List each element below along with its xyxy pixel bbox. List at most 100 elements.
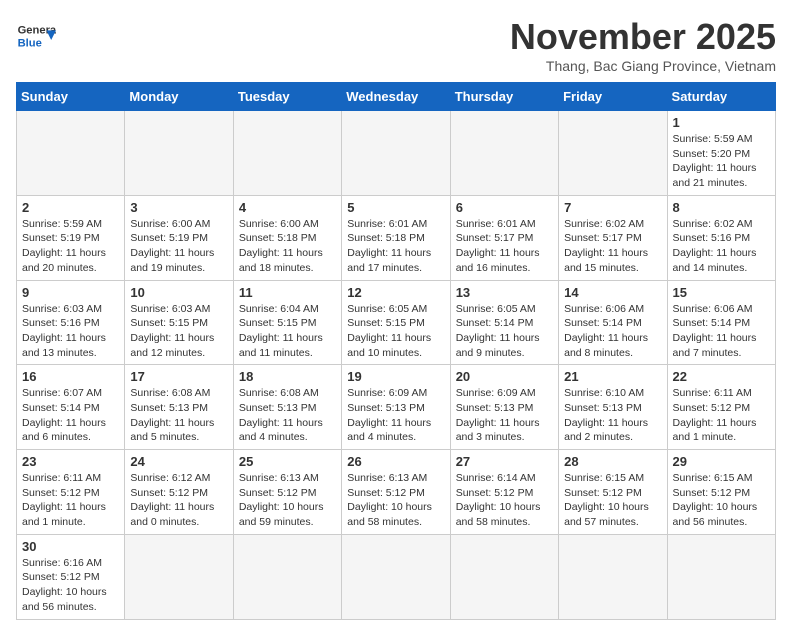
day-number: 18 — [239, 369, 336, 384]
calendar-cell: 14 Sunrise: 6:06 AM Sunset: 5:14 PM Dayli… — [559, 280, 667, 365]
day-info: Sunrise: 6:03 AM Sunset: 5:15 PM Dayligh… — [130, 302, 227, 361]
day-info: Sunrise: 6:02 AM Sunset: 5:17 PM Dayligh… — [564, 217, 661, 276]
day-info: Sunrise: 5:59 AM Sunset: 5:19 PM Dayligh… — [22, 217, 119, 276]
day-number: 20 — [456, 369, 553, 384]
calendar-week-row: 16 Sunrise: 6:07 AM Sunset: 5:14 PM Dayli… — [17, 365, 776, 450]
day-number: 7 — [564, 200, 661, 215]
calendar-cell: 24Sunrise: 6:12 AM Sunset: 5:12 PM Dayli… — [125, 450, 233, 535]
day-number: 14 — [564, 285, 661, 300]
subtitle: Thang, Bac Giang Province, Vietnam — [510, 58, 776, 74]
day-number: 19 — [347, 369, 444, 384]
day-info: Sunrise: 6:09 AM Sunset: 5:13 PM Dayligh… — [347, 386, 444, 445]
calendar-cell — [667, 534, 775, 619]
calendar-cell — [233, 534, 341, 619]
day-number: 4 — [239, 200, 336, 215]
day-info: Sunrise: 6:08 AM Sunset: 5:13 PM Dayligh… — [239, 386, 336, 445]
calendar-cell: 10 Sunrise: 6:03 AM Sunset: 5:15 PM Dayli… — [125, 280, 233, 365]
calendar-header-row: SundayMondayTuesdayWednesdayThursdayFrid… — [17, 83, 776, 111]
calendar-week-row: 30 Sunrise: 6:16 AM Sunset: 5:12 PM Dayli… — [17, 534, 776, 619]
day-number: 13 — [456, 285, 553, 300]
day-number: 22 — [673, 369, 770, 384]
calendar-cell: 29Sunrise: 6:15 AM Sunset: 5:12 PM Dayli… — [667, 450, 775, 535]
day-info: Sunrise: 6:03 AM Sunset: 5:16 PM Dayligh… — [22, 302, 119, 361]
day-info: Sunrise: 6:13 AM Sunset: 5:12 PM Dayligh… — [347, 471, 444, 530]
day-info: Sunrise: 6:01 AM Sunset: 5:17 PM Dayligh… — [456, 217, 553, 276]
calendar-cell: 13 Sunrise: 6:05 AM Sunset: 5:14 PM Dayli… — [450, 280, 558, 365]
day-number: 12 — [347, 285, 444, 300]
day-number: 6 — [456, 200, 553, 215]
calendar-week-row: 9 Sunrise: 6:03 AM Sunset: 5:16 PM Daylig… — [17, 280, 776, 365]
svg-text:Blue: Blue — [18, 37, 42, 49]
day-info: Sunrise: 5:59 AM Sunset: 5:20 PM Dayligh… — [673, 132, 770, 191]
calendar-cell: 20 Sunrise: 6:09 AM Sunset: 5:13 PM Dayli… — [450, 365, 558, 450]
day-number: 21 — [564, 369, 661, 384]
day-info: Sunrise: 6:13 AM Sunset: 5:12 PM Dayligh… — [239, 471, 336, 530]
calendar-cell: 11Sunrise: 6:04 AM Sunset: 5:15 PM Dayli… — [233, 280, 341, 365]
day-number: 28 — [564, 454, 661, 469]
day-number: 15 — [673, 285, 770, 300]
calendar-cell — [125, 111, 233, 196]
day-info: Sunrise: 6:11 AM Sunset: 5:12 PM Dayligh… — [673, 386, 770, 445]
month-title: November 2025 — [510, 16, 776, 58]
day-info: Sunrise: 6:01 AM Sunset: 5:18 PM Dayligh… — [347, 217, 444, 276]
calendar-cell: 8 Sunrise: 6:02 AM Sunset: 5:16 PM Daylig… — [667, 195, 775, 280]
calendar-cell — [559, 111, 667, 196]
day-of-week-tuesday: Tuesday — [233, 83, 341, 111]
calendar-cell: 30 Sunrise: 6:16 AM Sunset: 5:12 PM Dayli… — [17, 534, 125, 619]
calendar-cell: 5 Sunrise: 6:01 AM Sunset: 5:18 PM Daylig… — [342, 195, 450, 280]
day-info: Sunrise: 6:09 AM Sunset: 5:13 PM Dayligh… — [456, 386, 553, 445]
day-info: Sunrise: 6:04 AM Sunset: 5:15 PM Dayligh… — [239, 302, 336, 361]
day-of-week-wednesday: Wednesday — [342, 83, 450, 111]
day-number: 16 — [22, 369, 119, 384]
day-info: Sunrise: 6:15 AM Sunset: 5:12 PM Dayligh… — [673, 471, 770, 530]
calendar-cell — [233, 111, 341, 196]
calendar-cell: 1Sunrise: 5:59 AM Sunset: 5:20 PM Daylig… — [667, 111, 775, 196]
calendar-cell — [17, 111, 125, 196]
calendar-cell — [450, 534, 558, 619]
day-info: Sunrise: 6:00 AM Sunset: 5:18 PM Dayligh… — [239, 217, 336, 276]
day-number: 2 — [22, 200, 119, 215]
day-number: 10 — [130, 285, 227, 300]
day-number: 24 — [130, 454, 227, 469]
calendar-cell: 28 Sunrise: 6:15 AM Sunset: 5:12 PM Dayli… — [559, 450, 667, 535]
calendar-cell: 6 Sunrise: 6:01 AM Sunset: 5:17 PM Daylig… — [450, 195, 558, 280]
day-info: Sunrise: 6:14 AM Sunset: 5:12 PM Dayligh… — [456, 471, 553, 530]
day-info: Sunrise: 6:08 AM Sunset: 5:13 PM Dayligh… — [130, 386, 227, 445]
day-number: 8 — [673, 200, 770, 215]
day-info: Sunrise: 6:05 AM Sunset: 5:15 PM Dayligh… — [347, 302, 444, 361]
calendar-cell: 9 Sunrise: 6:03 AM Sunset: 5:16 PM Daylig… — [17, 280, 125, 365]
day-info: Sunrise: 6:06 AM Sunset: 5:14 PM Dayligh… — [564, 302, 661, 361]
calendar-cell: 16 Sunrise: 6:07 AM Sunset: 5:14 PM Dayli… — [17, 365, 125, 450]
calendar-cell: 4 Sunrise: 6:00 AM Sunset: 5:18 PM Daylig… — [233, 195, 341, 280]
day-info: Sunrise: 6:05 AM Sunset: 5:14 PM Dayligh… — [456, 302, 553, 361]
day-info: Sunrise: 6:06 AM Sunset: 5:14 PM Dayligh… — [673, 302, 770, 361]
calendar-cell: 26 Sunrise: 6:13 AM Sunset: 5:12 PM Dayli… — [342, 450, 450, 535]
day-info: Sunrise: 6:10 AM Sunset: 5:13 PM Dayligh… — [564, 386, 661, 445]
day-info: Sunrise: 6:00 AM Sunset: 5:19 PM Dayligh… — [130, 217, 227, 276]
title-area: November 2025 Thang, Bac Giang Province,… — [510, 16, 776, 74]
day-number: 30 — [22, 539, 119, 554]
day-of-week-thursday: Thursday — [450, 83, 558, 111]
calendar-cell — [342, 111, 450, 196]
calendar-cell — [450, 111, 558, 196]
calendar-cell — [559, 534, 667, 619]
day-number: 26 — [347, 454, 444, 469]
calendar-week-row: 2 Sunrise: 5:59 AM Sunset: 5:19 PM Daylig… — [17, 195, 776, 280]
day-number: 17 — [130, 369, 227, 384]
calendar-cell — [125, 534, 233, 619]
day-number: 5 — [347, 200, 444, 215]
calendar-cell: 22 Sunrise: 6:11 AM Sunset: 5:12 PM Dayli… — [667, 365, 775, 450]
calendar-week-row: 1Sunrise: 5:59 AM Sunset: 5:20 PM Daylig… — [17, 111, 776, 196]
calendar-cell: 23 Sunrise: 6:11 AM Sunset: 5:12 PM Dayli… — [17, 450, 125, 535]
calendar: SundayMondayTuesdayWednesdayThursdayFrid… — [16, 82, 776, 620]
day-number: 9 — [22, 285, 119, 300]
day-info: Sunrise: 6:07 AM Sunset: 5:14 PM Dayligh… — [22, 386, 119, 445]
day-info: Sunrise: 6:16 AM Sunset: 5:12 PM Dayligh… — [22, 556, 119, 615]
calendar-cell — [342, 534, 450, 619]
day-of-week-friday: Friday — [559, 83, 667, 111]
calendar-cell: 25Sunrise: 6:13 AM Sunset: 5:12 PM Dayli… — [233, 450, 341, 535]
day-info: Sunrise: 6:02 AM Sunset: 5:16 PM Dayligh… — [673, 217, 770, 276]
day-info: Sunrise: 6:11 AM Sunset: 5:12 PM Dayligh… — [22, 471, 119, 530]
day-number: 23 — [22, 454, 119, 469]
day-info: Sunrise: 6:15 AM Sunset: 5:12 PM Dayligh… — [564, 471, 661, 530]
